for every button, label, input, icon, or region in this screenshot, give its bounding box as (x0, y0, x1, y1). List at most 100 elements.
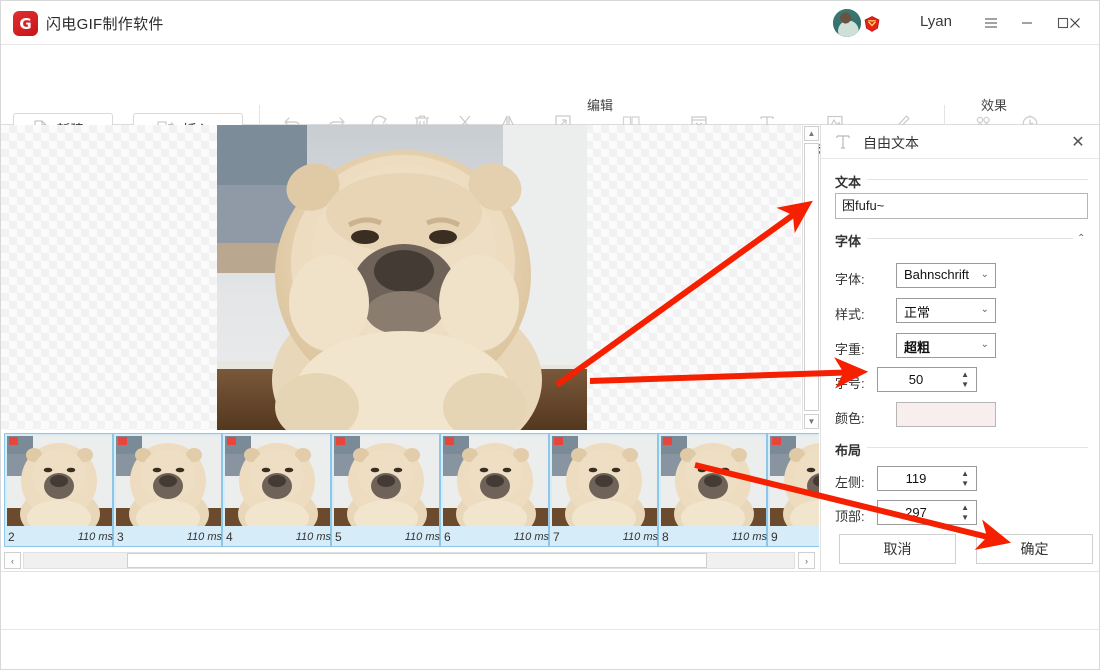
text-input[interactable]: 困fufu~ (835, 193, 1088, 219)
menu-icon[interactable] (979, 11, 1003, 35)
application-window: G 闪电GIF制作软件 Lyan (0, 0, 1100, 670)
confirm-button[interactable]: 确定 (976, 534, 1093, 564)
chevron-down-icon: ⌄ (981, 269, 989, 280)
app-title: 闪电GIF制作软件 (46, 13, 164, 34)
frame-duration: 110 ms (296, 531, 331, 543)
frame-meta: 4110 ms (223, 530, 334, 544)
frame-number: 7 (553, 530, 560, 544)
frame-thumbnail (7, 436, 112, 526)
layout-left-value: 119 (878, 471, 954, 486)
frame-thumbnail (443, 436, 548, 526)
canvas-area[interactable]: 困fufu~ (1, 125, 801, 430)
font-size-label: 字号: (835, 373, 865, 392)
frame-duration: 110 ms (732, 531, 767, 543)
close-button[interactable] (1063, 11, 1087, 35)
stepper-down-icon[interactable]: ▼ (961, 381, 969, 389)
frame-number: 3 (117, 530, 124, 544)
section-divider (835, 238, 1073, 239)
filmstrip-frame[interactable]: 4110 ms (222, 433, 331, 547)
layout-top-label: 顶部: (835, 506, 865, 525)
layout-left-label: 左侧: (835, 472, 865, 491)
frame-thumbnail (661, 436, 766, 526)
frame-number: 5 (335, 530, 342, 544)
scroll-down-icon[interactable]: ▼ (804, 414, 819, 429)
logo-glyph: G (13, 11, 38, 36)
frame-meta: 7110 ms (550, 530, 661, 544)
filmstrip[interactable]: 2110 ms3110 ms4110 ms5110 ms6110 ms7110 … (1, 431, 819, 551)
filmstrip-horizontal-scrollbar[interactable]: ‹ › (1, 550, 819, 571)
scrollbar-thumb[interactable] (804, 143, 819, 411)
canvas-vertical-scrollbar[interactable]: ▲ ▼ (802, 125, 819, 430)
preview-image (217, 125, 587, 430)
font-style-value: 正常 (904, 302, 930, 321)
filmstrip-frame[interactable]: 6 110 ms (440, 433, 549, 547)
frame-duration: 110 ms (78, 531, 113, 543)
stepper-up-icon[interactable]: ▲ (961, 371, 969, 379)
font-size-value: 50 (878, 372, 954, 387)
stepper-up-icon[interactable]: ▲ (961, 504, 969, 512)
text-tool-icon (833, 132, 853, 152)
filmstrip-frame[interactable]: 8 110 ms (658, 433, 767, 547)
frame-meta: 6 110 ms (441, 530, 552, 544)
filmstrip-scroll-thumb[interactable] (127, 553, 707, 568)
frame-number: 9 (771, 530, 778, 544)
font-color-swatch[interactable] (896, 402, 996, 427)
font-family-select[interactable]: Bahnschrift ⌄ (896, 263, 996, 288)
section-layout-label: 布局 (835, 440, 867, 459)
frame-number: 8 (662, 530, 669, 544)
frame-thumbnail (225, 436, 330, 526)
panel-title: 自由文本 (863, 133, 919, 153)
username-label: Lyan (901, 13, 971, 30)
status-bar: 100 % ▲ ▼ 总帧数: 15 已选帧数: 15 已选帧数索引: 0 i 此… (1, 571, 1100, 629)
filmstrip-frame[interactable]: 7110 ms (549, 433, 658, 547)
frame-number: 2 (8, 530, 15, 544)
frame-number: 6 (444, 530, 451, 544)
font-size-stepper[interactable]: 50 ▲ ▼ (877, 367, 977, 392)
font-family-value: Bahnschrift (904, 267, 969, 282)
frame-duration: 110 ms (514, 531, 549, 543)
panel-header: 自由文本 ✕ (821, 125, 1100, 159)
scroll-up-icon[interactable]: ▲ (804, 126, 819, 141)
free-text-panel: 自由文本 ✕ 文本 困fufu~ 字体 ⌃ 字体: Bahnschrift ⌄ … (820, 125, 1100, 571)
stepper-down-icon[interactable]: ▼ (961, 480, 969, 488)
stepper-up-icon[interactable]: ▲ (961, 470, 969, 478)
footer-bar: 官方网站 在线客服 版本: v 7.4.4.0 (1, 629, 1100, 670)
chevron-up-icon[interactable]: ⌃ (1077, 233, 1085, 244)
app-logo-icon: G (13, 11, 38, 36)
font-family-label: 字体: (835, 269, 865, 288)
layout-left-stepper[interactable]: 119 ▲ ▼ (877, 466, 977, 491)
layout-top-stepper[interactable]: 297 ▲ ▼ (877, 500, 977, 525)
filmstrip-frame[interactable]: 5 110 ms (331, 433, 440, 547)
filmstrip-frame[interactable]: 3 110 ms (113, 433, 222, 547)
frame-duration: 110 ms (405, 531, 440, 543)
font-color-label: 颜色: (835, 408, 865, 427)
font-weight-select[interactable]: 超粗 ⌄ (896, 333, 996, 358)
panel-close-icon[interactable]: ✕ (1067, 131, 1089, 153)
frame-duration: 110 ms (187, 531, 222, 543)
filmstrip-scroll-left-icon[interactable]: ‹ (4, 552, 21, 569)
frame-meta: 8 110 ms (659, 530, 770, 544)
section-text-label: 文本 (835, 172, 867, 191)
filmstrip-scroll-right-icon[interactable]: › (798, 552, 815, 569)
frame-thumbnail (334, 436, 439, 526)
font-style-select[interactable]: 正常 ⌄ (896, 298, 996, 323)
filmstrip-scroll-track[interactable] (23, 552, 795, 569)
font-weight-label: 字重: (835, 339, 865, 358)
section-divider (835, 179, 1088, 180)
cancel-button[interactable]: 取消 (839, 534, 956, 564)
font-weight-value: 超粗 (904, 337, 930, 356)
font-style-label: 样式: (835, 304, 865, 323)
frame-thumbnail (770, 436, 819, 526)
layout-top-value: 297 (878, 505, 954, 520)
frame-thumbnail (552, 436, 657, 526)
frame-meta: 9110 ms (768, 530, 819, 544)
stepper-down-icon[interactable]: ▼ (961, 514, 969, 522)
frame-thumbnail (116, 436, 221, 526)
avatar[interactable] (833, 9, 861, 37)
filmstrip-frame[interactable]: 2 110 ms (4, 433, 113, 547)
filmstrip-frame[interactable]: 9110 ms (767, 433, 819, 547)
chevron-down-icon: ⌄ (981, 339, 989, 350)
frame-meta: 3 110 ms (114, 530, 225, 544)
minimize-button[interactable] (1015, 11, 1039, 35)
main-toolbar: 新建 › 插入 › 编辑 效果 撤消 (1, 45, 1100, 125)
